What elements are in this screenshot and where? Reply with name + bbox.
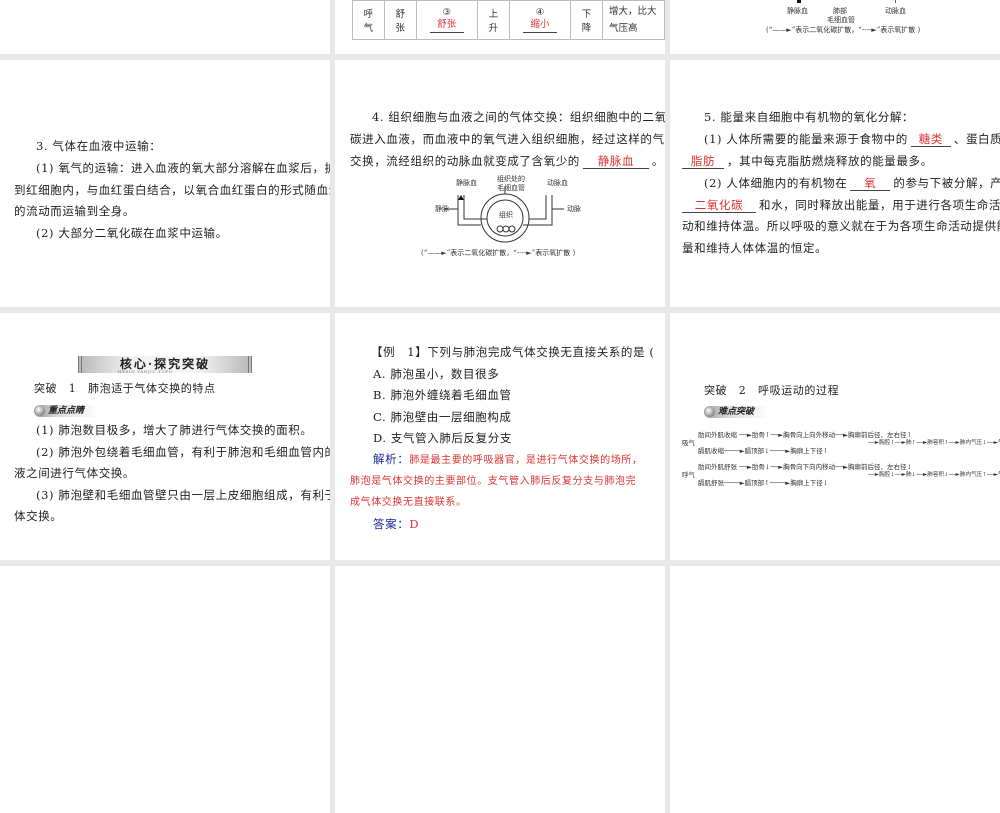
- text: 、蛋白质、: [953, 132, 1000, 146]
- analysis-line: 成气体交换无直接联系。: [350, 497, 467, 508]
- cell: 呼气: [352, 0, 385, 40]
- question: 【例 1】下列与肺泡完成气体交换无直接关系的是 ( ): [371, 345, 665, 359]
- text-line: (3) 肺泡壁和毛细血管壁只由一层上皮细胞组成，有利于气: [36, 488, 330, 502]
- option-a: A. 肺泡虽小，数目很多: [373, 367, 500, 381]
- text: 交换，流经组织的动脉血就变成了含氧少的: [350, 154, 580, 168]
- text-line: 5. 能量来自细胞中有机物的氧化分解：: [704, 110, 915, 124]
- text: 。: [651, 154, 665, 168]
- text-line: 的流动而运输到全身。: [14, 204, 135, 218]
- answer-label: 答案：: [373, 517, 410, 531]
- text-line: (2) 肺泡外包绕着毛细血管，有利于肺泡和毛细血管内的血: [36, 445, 330, 459]
- text-line: 液之间进行气体交换。: [14, 466, 135, 480]
- text-line: (2) 大部分二氧化碳在血浆中运输。: [36, 226, 228, 240]
- option-c: C. 肺泡壁由一层细胞构成: [373, 410, 512, 424]
- legend: (“——►”表示二氧化碳扩散，“----►”表示氧扩散 ): [421, 249, 576, 257]
- text: (2) 人体细胞内的有机物在: [704, 176, 848, 190]
- section-heading: 突破 2 呼吸运动的过程: [704, 384, 840, 397]
- answer-blank: 缩小: [522, 18, 557, 33]
- text-line: 4. 组织细胞与血液之间的气体交换：组织细胞中的二氧化: [372, 110, 665, 124]
- label: 动脉血: [885, 7, 906, 15]
- text-line: 3. 气体在血液中运输：: [36, 139, 162, 153]
- banner-subtitle: HEXIN TANJIU TUPO: [118, 369, 173, 374]
- cell: 增大，比大气压高: [602, 0, 665, 40]
- text-line: (2) 人体细胞内的有机物在氧的参与下被分解，产生: [682, 173, 1000, 195]
- key-points-badge: 重点点睛: [34, 405, 99, 417]
- analysis-label: 解析：: [373, 452, 410, 466]
- cell: 舒张: [383, 0, 417, 40]
- slide-thumbnail[interactable]: 突破 2 呼吸运动的过程 难点突破 吸气 肋间外肌收缩 ──►肋骨↑──►胸骨向…: [670, 313, 1000, 560]
- slide-thumbnail[interactable]: 【例 1】下列与肺泡完成气体交换无直接关系的是 ( ) A. 肺泡虽小，数目很多…: [335, 313, 665, 560]
- answer-blank: 糖类: [910, 132, 951, 147]
- arrow-icon: [797, 0, 801, 3]
- text-line: 脂肪 ，其中每克脂肪燃烧释放的能量最多。: [682, 151, 933, 173]
- flow-chain: ──►胸腔↓──►肺↓──►肺容积↓──►肺内气压↑──►气体出肺: [868, 472, 1000, 478]
- label: 动脉血: [547, 179, 568, 187]
- text-line: 体交换。: [14, 509, 63, 523]
- slide-thumbnail[interactable]: [335, 566, 665, 813]
- text-line: 碳进入血液，而血液中的氧气进入组织细胞，经过这样的气体: [350, 132, 665, 146]
- answer-line: 答案：D: [373, 514, 419, 536]
- slide-thumbnail[interactable]: 4. 组织细胞与血液之间的气体交换：组织细胞中的二氧化 碳进入血液，而血液中的氧…: [335, 60, 665, 307]
- text-line: (1) 人体所需要的能量来源于食物中的糖类、蛋白质、: [682, 129, 1000, 151]
- label: 组织: [499, 211, 513, 219]
- answer-blank: 二氧化碳: [682, 198, 756, 213]
- num: ③: [442, 7, 452, 18]
- table-row: 呼气 舒张 ③舒张 上升 ④缩小 下降 增大，比大气压高: [352, 0, 665, 40]
- answer-blank: 舒张: [429, 18, 464, 33]
- answer-blank: 氧: [850, 176, 891, 191]
- slide-thumbnail[interactable]: [670, 566, 1000, 813]
- cell: ④缩小: [508, 0, 572, 40]
- text-line: 量和维持人体体温的恒定。: [682, 241, 828, 255]
- text: 和水，同时释放出能量，用于进行各项生命活: [759, 198, 1000, 212]
- slide-thumbnail[interactable]: 5. 能量来自细胞中有机物的氧化分解： (1) 人体所需要的能量来源于食物中的糖…: [670, 60, 1000, 307]
- slide-thumbnail[interactable]: 静脉血 肺部 毛细血管 动脉血 (“——►”表示二氧化碳扩散，“----►”表示…: [670, 0, 1000, 54]
- label: 静脉: [435, 205, 449, 213]
- text: ，其中每克脂肪燃烧释放的能量最多。: [727, 154, 933, 168]
- option-b: B. 肺泡外缠绕着毛细血管: [373, 388, 512, 402]
- text-line: 动和维持体温。所以呼吸的意义就在于为各项生命活动提供能: [682, 219, 1000, 233]
- slide-thumbnail[interactable]: 3. 气体在血液中运输： (1) 氧气的运输：进入血液的氧大部分溶解在血浆后，扩…: [0, 60, 330, 307]
- label: 毛细血管: [497, 184, 525, 192]
- slide-thumbnail[interactable]: 呼气 舒张 ③舒张 上升 ④缩小 下降 增大，比大气压高: [335, 0, 665, 54]
- text: 的参与下被分解，产生: [893, 176, 1000, 190]
- label: 呼气: [682, 471, 695, 479]
- arrow-icon: [458, 195, 464, 200]
- cell: 下降: [570, 0, 603, 40]
- slide-thumbnail[interactable]: [0, 566, 330, 813]
- breathing-table: 呼气 舒张 ③舒张 上升 ④缩小 下降 增大，比大气压高: [352, 0, 665, 40]
- section-heading: 突破 1 肺泡适于气体交换的特点: [34, 382, 216, 395]
- label: 静脉血: [456, 179, 477, 187]
- flow-chain: ──►胸腔↑──►肺↑──►肺容积↑──►肺内气压↓──►气体入肺: [868, 440, 1000, 446]
- cell: ③舒张: [415, 0, 478, 40]
- label: 动脉: [567, 205, 581, 213]
- text: (1) 人体所需要的能量来源于食物中的: [704, 132, 908, 146]
- answer: D: [409, 517, 420, 531]
- analysis-line: 肺泡是气体交换的主要部位。支气管入肺后反复分支与肺泡完: [350, 476, 637, 487]
- answer-blank: 静脉血: [582, 154, 649, 169]
- legend: (“——►”表示二氧化碳扩散，“----►”表示氧扩散 ): [766, 26, 921, 34]
- slide-thumbnail[interactable]: 核心·探究突破 HEXIN TANJIU TUPO 突破 1 肺泡适于气体交换的…: [0, 313, 330, 560]
- slide-thumbnail[interactable]: [0, 0, 330, 54]
- flow-row: 膈肌收缩────►膈顶部↓────►胸廓上下径↑: [698, 447, 829, 455]
- text: 肺是最主要的呼吸器官，是进行气体交换的场所，: [409, 455, 643, 466]
- difficulty-badge: 难点突破: [704, 406, 769, 418]
- cell: 上升: [476, 0, 510, 40]
- text-line: (1) 肺泡数目极多，增大了肺进行气体交换的面积。: [36, 423, 313, 437]
- label: 毛细血管: [827, 16, 855, 24]
- analysis-line: 解析：肺是最主要的呼吸器官，是进行气体交换的场所，: [373, 449, 643, 472]
- label: 静脉血: [787, 7, 808, 15]
- text-line: 到红细胞内，与血红蛋白结合，以氧合血红蛋白的形式随血液: [14, 183, 330, 197]
- num: ④: [535, 7, 545, 18]
- text-line: 交换，流经组织的动脉血就变成了含氧少的 静脉血。: [350, 151, 664, 173]
- text-line: (1) 氧气的运输：进入血液的氧大部分溶解在血浆后，扩散: [36, 161, 330, 175]
- flow-row: 膈肌舒张────►膈顶部↑────►胸廓上下径↓: [698, 479, 829, 487]
- text-line: 二氧化碳 和水，同时释放出能量，用于进行各项生命活: [682, 195, 1000, 217]
- option-d: D. 支气管入肺后反复分支: [373, 431, 512, 445]
- label: 吸气: [682, 439, 695, 447]
- answer-blank: 脂肪: [682, 154, 724, 169]
- line: [895, 0, 896, 3]
